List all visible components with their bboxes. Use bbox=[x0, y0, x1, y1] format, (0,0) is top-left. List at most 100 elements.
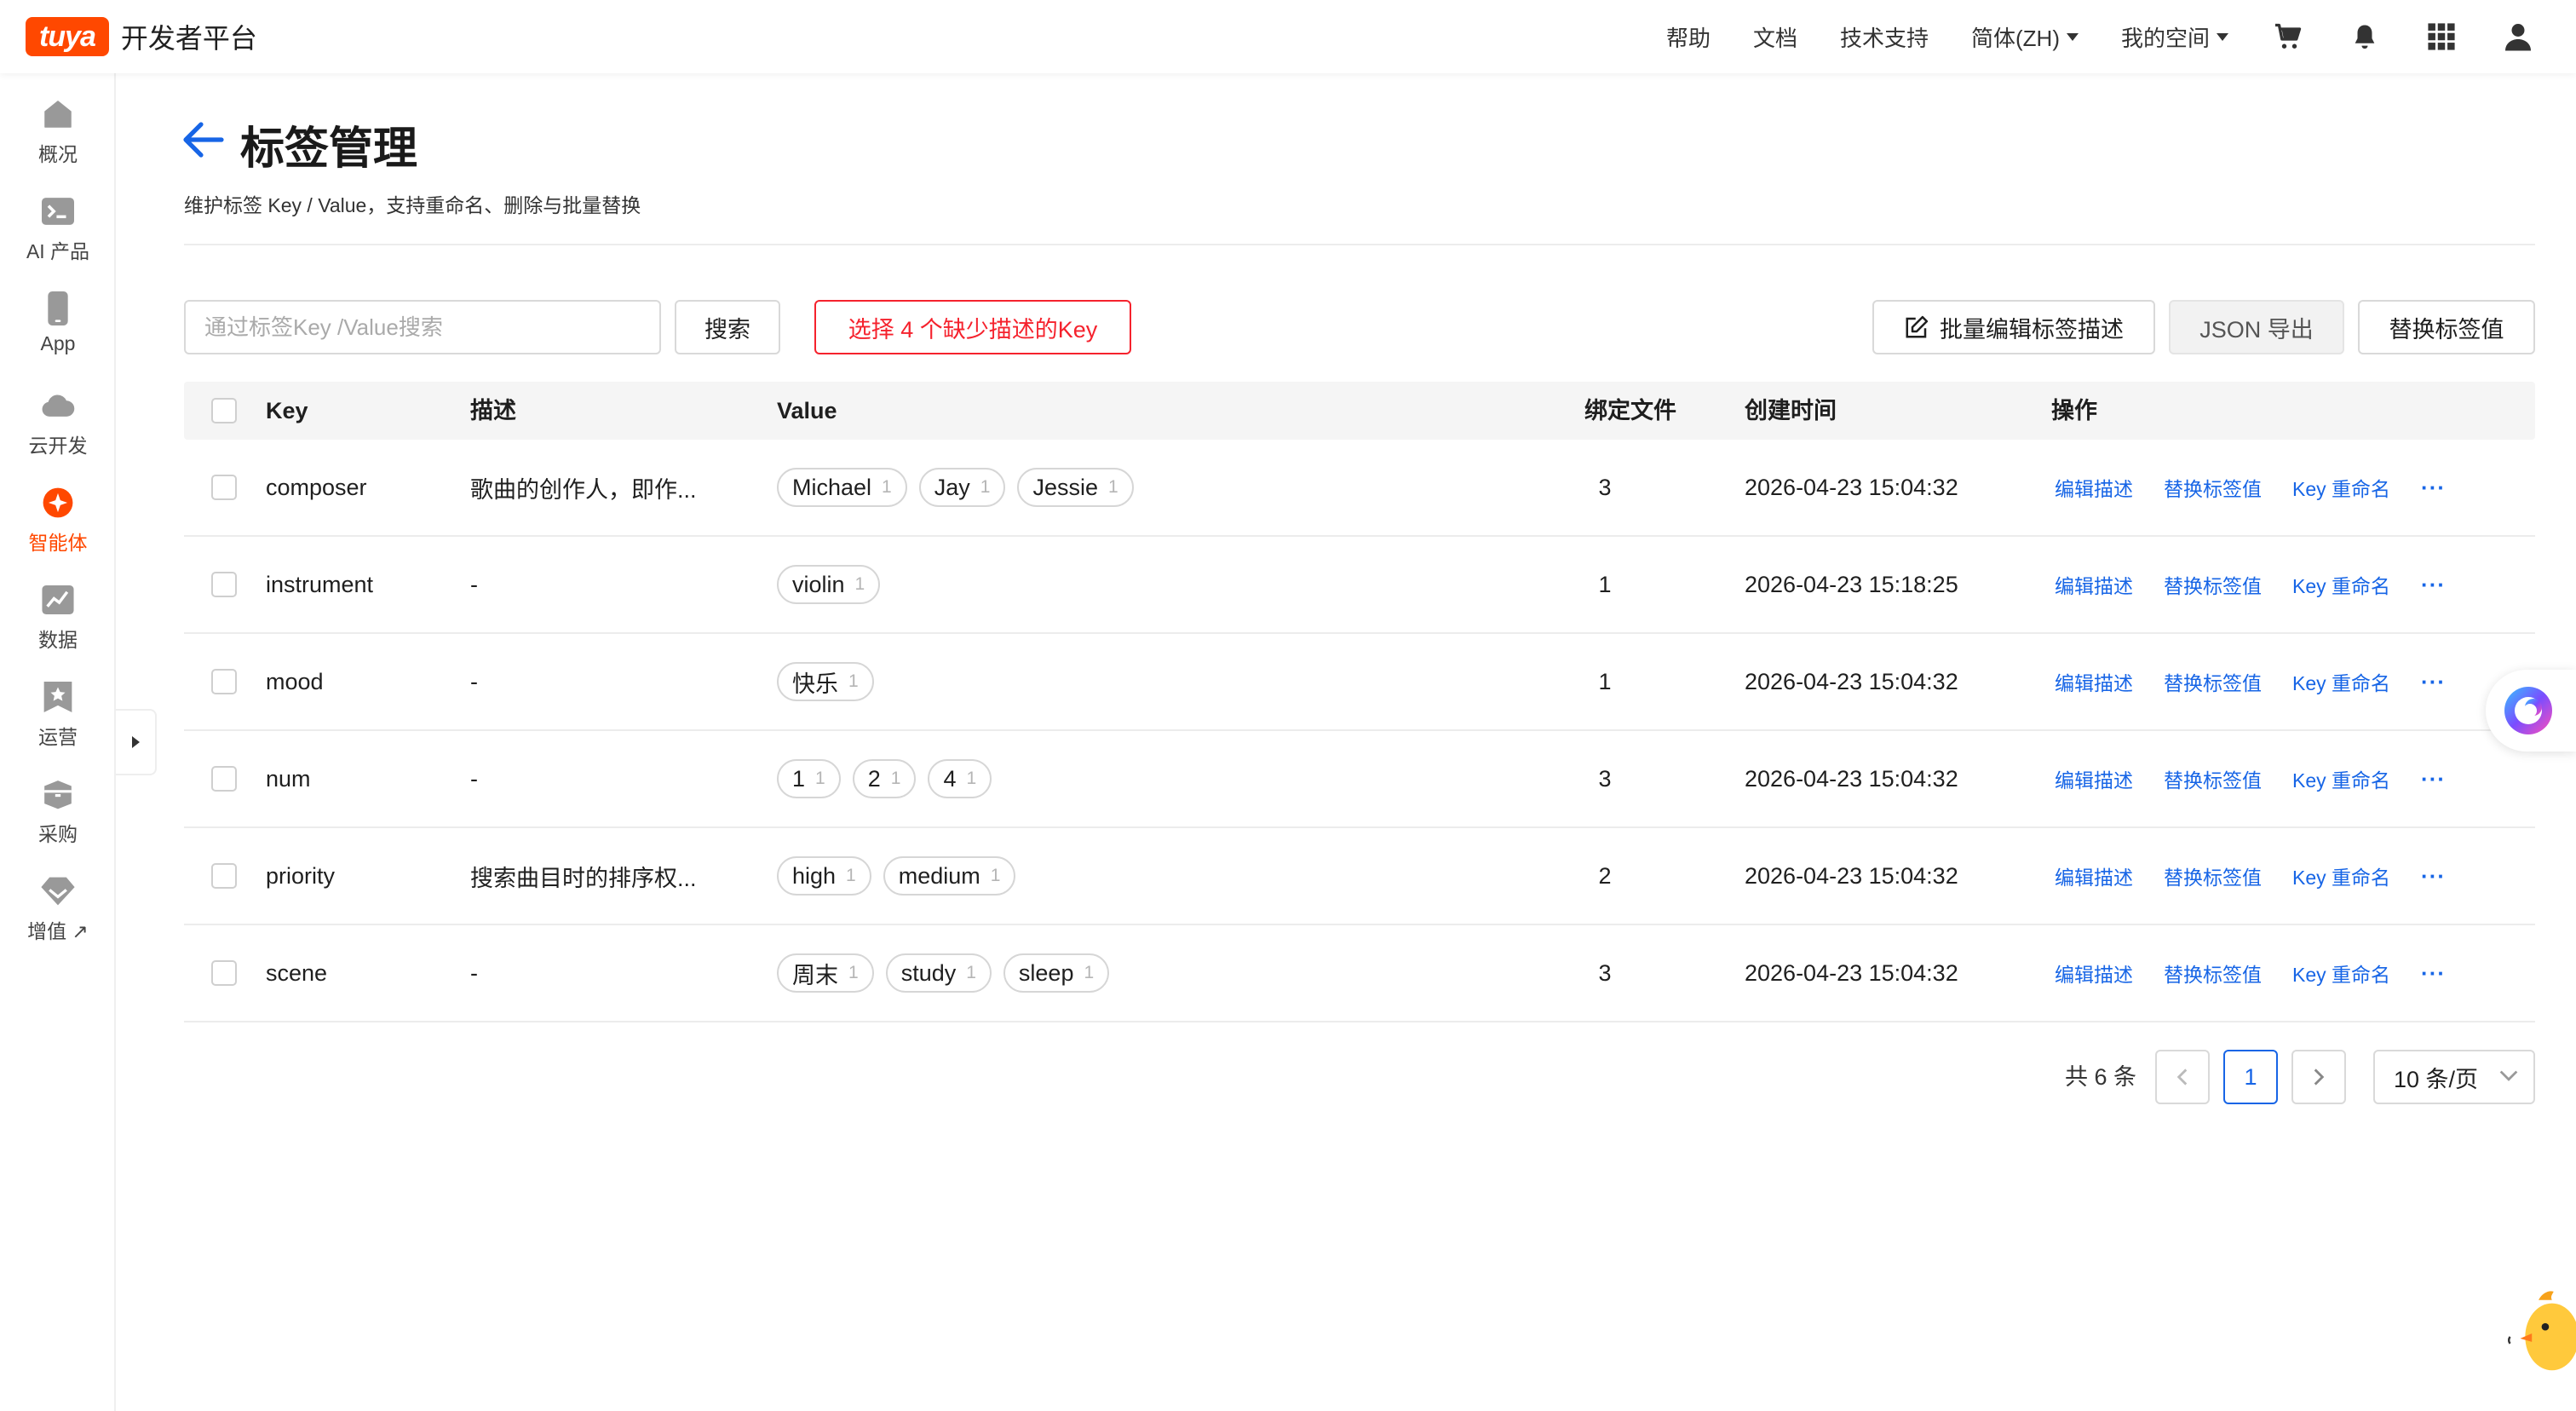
sidebar-item-value-added[interactable]: 增值 ↗ bbox=[0, 874, 116, 959]
value-tag[interactable]: sleep 1 bbox=[1003, 953, 1110, 993]
edit-desc-link[interactable]: 编辑描述 bbox=[2055, 764, 2133, 793]
rename-key-link[interactable]: Key 重命名 bbox=[2292, 473, 2390, 502]
edit-desc-link[interactable]: 编辑描述 bbox=[2055, 861, 2133, 890]
json-export-button[interactable]: JSON 导出 bbox=[2169, 300, 2344, 354]
caret-down-icon bbox=[2066, 32, 2079, 41]
cell-values: high 1 medium 1 bbox=[777, 828, 1027, 924]
value-tag[interactable]: 快乐 1 bbox=[777, 662, 874, 701]
value-tag-count: 1 bbox=[980, 477, 991, 497]
value-tag[interactable]: 41 bbox=[928, 759, 992, 798]
rename-key-link[interactable]: Key 重命名 bbox=[2292, 959, 2390, 988]
rename-key-link[interactable]: Key 重命名 bbox=[2292, 764, 2390, 793]
star-badge-icon bbox=[41, 680, 75, 714]
replace-value-link[interactable]: 替换标签值 bbox=[2164, 667, 2262, 696]
cell-files: 1 bbox=[1598, 668, 1612, 694]
page-size-label: 10 条/页 bbox=[2394, 1066, 2479, 1092]
sidebar-collapse-toggle[interactable] bbox=[116, 709, 157, 775]
more-actions-icon[interactable]: ··· bbox=[2421, 669, 2446, 695]
pagination-next[interactable] bbox=[2291, 1050, 2346, 1104]
edit-desc-link[interactable]: 编辑描述 bbox=[2055, 959, 2133, 988]
value-tag[interactable]: Jessie 1 bbox=[1017, 468, 1134, 507]
search-button[interactable]: 搜索 bbox=[675, 300, 780, 354]
search-input[interactable] bbox=[184, 300, 661, 354]
replace-value-link[interactable]: 替换标签值 bbox=[2164, 473, 2262, 502]
rename-key-link[interactable]: Key 重命名 bbox=[2292, 570, 2390, 599]
cell-files: 3 bbox=[1598, 959, 1612, 986]
value-tag[interactable]: 11 bbox=[777, 759, 841, 798]
value-tag-count: 1 bbox=[848, 963, 859, 982]
pagination-prev[interactable] bbox=[2155, 1050, 2210, 1104]
sidebar-item-data[interactable]: 数据 bbox=[0, 583, 116, 668]
nav-help[interactable]: 帮助 bbox=[1666, 21, 1711, 53]
nav-docs[interactable]: 文档 bbox=[1753, 21, 1797, 53]
workspace-select[interactable]: 我的空间 bbox=[2121, 21, 2228, 53]
batch-edit-desc-button[interactable]: 批量编辑标签描述 bbox=[1872, 300, 2155, 354]
replace-value-link[interactable]: 替换标签值 bbox=[2164, 861, 2262, 890]
cell-key: num bbox=[266, 765, 311, 792]
cell-created: 2026-04-23 15:04:32 bbox=[1745, 765, 1958, 792]
rename-key-link[interactable]: Key 重命名 bbox=[2292, 667, 2390, 696]
row-checkbox[interactable] bbox=[211, 572, 237, 597]
value-tag[interactable]: study 1 bbox=[885, 953, 992, 993]
row-checkbox[interactable] bbox=[211, 960, 237, 986]
row-checkbox[interactable] bbox=[211, 475, 237, 500]
row-checkbox[interactable] bbox=[211, 669, 237, 694]
back-arrow-icon[interactable] bbox=[181, 119, 225, 160]
more-actions-icon[interactable]: ··· bbox=[2421, 960, 2446, 987]
sidebar-item-app[interactable]: App bbox=[0, 291, 116, 377]
cell-key: scene bbox=[266, 959, 328, 986]
cloud-icon bbox=[41, 389, 75, 423]
cell-desc: 歌曲的创作人，即作... bbox=[470, 476, 697, 503]
value-tag[interactable]: violin 1 bbox=[777, 565, 881, 604]
page-title: 标签管理 bbox=[240, 124, 418, 174]
diamond-icon bbox=[41, 874, 75, 908]
value-tag-label: 4 bbox=[943, 765, 957, 792]
value-tag[interactable]: 周末 1 bbox=[777, 953, 874, 993]
value-tag-count: 1 bbox=[890, 769, 901, 788]
pagination-page-1[interactable]: 1 bbox=[2223, 1050, 2278, 1104]
cell-created: 2026-04-23 15:04:32 bbox=[1745, 959, 1958, 986]
page-size-select[interactable]: 10 条/页 bbox=[2373, 1050, 2535, 1104]
value-tag[interactable]: medium 1 bbox=[883, 856, 1016, 896]
select-missing-desc-button[interactable]: 选择 4 个缺少描述的Key bbox=[814, 300, 1131, 354]
apps-grid-icon[interactable] bbox=[2424, 20, 2458, 54]
more-actions-icon[interactable]: ··· bbox=[2421, 766, 2446, 792]
replace-value-link[interactable]: 替换标签值 bbox=[2164, 764, 2262, 793]
value-tag[interactable]: 21 bbox=[852, 759, 917, 798]
value-tag[interactable]: Jay 1 bbox=[918, 468, 1006, 507]
more-actions-icon[interactable]: ··· bbox=[2421, 475, 2446, 501]
rename-key-link[interactable]: Key 重命名 bbox=[2292, 861, 2390, 890]
cell-key: composer bbox=[266, 474, 367, 500]
row-checkbox[interactable] bbox=[211, 863, 237, 889]
more-actions-icon[interactable]: ··· bbox=[2421, 863, 2446, 890]
replace-value-link[interactable]: 替换标签值 bbox=[2164, 570, 2262, 599]
value-tag-label: violin bbox=[792, 571, 845, 597]
value-tag[interactable]: Michael 1 bbox=[777, 468, 907, 507]
edit-desc-link[interactable]: 编辑描述 bbox=[2055, 473, 2133, 502]
select-all-checkbox[interactable] bbox=[211, 398, 237, 423]
nav-support[interactable]: 技术支持 bbox=[1840, 21, 1929, 53]
cart-icon[interactable] bbox=[2271, 20, 2305, 54]
replace-value-link[interactable]: 替换标签值 bbox=[2164, 959, 2262, 988]
edit-desc-link[interactable]: 编辑描述 bbox=[2055, 667, 2133, 696]
sidebar-item-ai-product[interactable]: AI 产品 bbox=[0, 194, 116, 279]
value-tag[interactable]: high 1 bbox=[777, 856, 871, 896]
ai-assistant-button[interactable] bbox=[2486, 670, 2576, 752]
sidebar-item-operation[interactable]: 运营 bbox=[0, 680, 116, 765]
bell-icon[interactable] bbox=[2348, 20, 2382, 54]
sidebar-item-overview[interactable]: 概况 bbox=[0, 97, 116, 182]
sidebar-item-purchase[interactable]: 采购 bbox=[0, 777, 116, 862]
sidebar-item-cloud-dev[interactable]: 云开发 bbox=[0, 389, 116, 474]
cell-values: violin 1 bbox=[777, 537, 892, 632]
user-icon[interactable] bbox=[2501, 20, 2535, 54]
brand[interactable]: tuya 开发者平台 bbox=[26, 17, 257, 56]
value-tag-label: high bbox=[792, 862, 837, 889]
edit-desc-link[interactable]: 编辑描述 bbox=[2055, 570, 2133, 599]
sidebar-item-agent[interactable]: 智能体 bbox=[0, 486, 116, 571]
language-select[interactable]: 简体(ZH) bbox=[1971, 21, 2079, 53]
replace-value-button[interactable]: 替换标签值 bbox=[2358, 300, 2535, 354]
row-checkbox[interactable] bbox=[211, 766, 237, 792]
table-row: composer 歌曲的创作人，即作... Michael 1 Jay 1 Jessie 1 3… bbox=[184, 440, 2535, 537]
more-actions-icon[interactable]: ··· bbox=[2421, 572, 2446, 598]
mascot-icon[interactable] bbox=[2508, 1287, 2576, 1380]
